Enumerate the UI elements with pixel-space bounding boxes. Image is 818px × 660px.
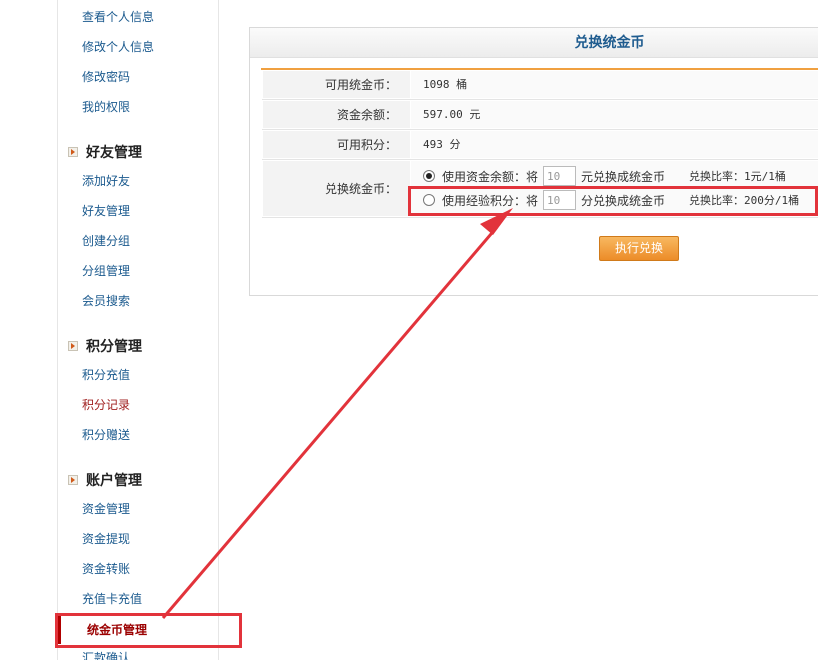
row-label: 可用积分： — [263, 131, 410, 158]
row-available-coins: 可用统金币： 1098 桶 — [262, 70, 818, 100]
nav-remit-confirm[interactable]: 汇款确认 — [82, 649, 130, 660]
option-text: 使用经验积分：将 — [442, 193, 539, 208]
nav-group-manage[interactable]: 分组管理 — [82, 262, 130, 279]
section-account-title: 账户管理 — [86, 473, 142, 489]
row-available-points: 可用积分： 493 分 — [262, 130, 818, 160]
section-friends[interactable]: 好友管理 — [68, 142, 142, 162]
sidebar: 查看个人信息 修改个人信息 修改密码 我的权限 好友管理 添加好友 好友管理 创… — [57, 0, 219, 660]
row-balance: 资金余额： 597.00 元 — [262, 100, 818, 130]
balance-amount-input[interactable] — [543, 166, 577, 186]
section-friends-title: 好友管理 — [86, 145, 142, 161]
nav-gold-coin-manage[interactable]: 统金币管理 — [58, 616, 218, 644]
option-text: 使用资金余额：将 — [442, 169, 539, 184]
row-value: 597.00 元 — [411, 101, 818, 128]
expand-arrow-icon — [68, 147, 78, 157]
section-points[interactable]: 积分管理 — [68, 336, 142, 356]
section-points-title: 积分管理 — [86, 339, 142, 355]
row-exchange: 兑换统金币： 使用资金余额：将 元兑换成统金币 兑换比率：1元/1桶 使用经验积… — [262, 160, 818, 218]
nav-points-gift[interactable]: 积分赠送 — [82, 426, 130, 443]
row-label: 资金余额： — [263, 101, 410, 128]
panel-title: 兑换统金币 — [574, 35, 645, 51]
expand-arrow-icon — [68, 341, 78, 351]
option-suffix: 分兑换成统金币 — [581, 193, 666, 208]
nav-friend-manage[interactable]: 好友管理 — [82, 202, 130, 219]
option-use-points: 使用经验积分：将 分兑换成统金币 兑换比率：200分/1桶 — [423, 190, 799, 210]
radio-use-points[interactable] — [423, 194, 435, 206]
panel-header: 兑换统金币 — [250, 28, 818, 58]
nav-add-friend[interactable]: 添加好友 — [82, 172, 130, 189]
option-suffix: 元兑换成统金币 — [581, 169, 666, 184]
exchange-options: 使用资金余额：将 元兑换成统金币 兑换比率：1元/1桶 使用经验积分：将 分兑换… — [411, 161, 818, 216]
nav-points-record[interactable]: 积分记录 — [82, 396, 130, 413]
nav-change-password[interactable]: 修改密码 — [82, 68, 130, 85]
exchange-rate: 兑换比率：200分/1桶 — [689, 194, 800, 207]
expand-arrow-icon — [68, 475, 78, 485]
row-label: 可用统金币： — [263, 71, 410, 98]
nav-funds-transfer[interactable]: 资金转账 — [82, 560, 130, 577]
radio-use-balance[interactable] — [423, 170, 435, 182]
nav-points-recharge[interactable]: 积分充值 — [82, 366, 130, 383]
nav-member-search[interactable]: 会员搜索 — [82, 292, 130, 309]
row-value: 1098 桶 — [411, 71, 818, 98]
nav-create-group[interactable]: 创建分组 — [82, 232, 130, 249]
row-value: 493 分 — [411, 131, 818, 158]
execute-exchange-button[interactable]: 执行兑换 — [599, 236, 679, 261]
section-account[interactable]: 账户管理 — [68, 470, 142, 490]
nav-funds-manage[interactable]: 资金管理 — [82, 500, 130, 517]
row-label: 兑换统金币： — [263, 161, 410, 216]
nav-edit-profile[interactable]: 修改个人信息 — [82, 38, 154, 55]
exchange-panel: 兑换统金币 可用统金币： 1098 桶 资金余额： 597.00 元 可用积分：… — [249, 27, 818, 296]
nav-funds-withdraw[interactable]: 资金提现 — [82, 530, 130, 547]
exchange-rate: 兑换比率：1元/1桶 — [689, 170, 786, 183]
nav-my-permissions[interactable]: 我的权限 — [82, 98, 130, 115]
nav-view-profile[interactable]: 查看个人信息 — [82, 8, 154, 25]
points-amount-input[interactable] — [543, 190, 577, 210]
nav-card-recharge[interactable]: 充值卡充值 — [82, 590, 142, 607]
option-use-balance: 使用资金余额：将 元兑换成统金币 兑换比率：1元/1桶 — [423, 166, 786, 186]
